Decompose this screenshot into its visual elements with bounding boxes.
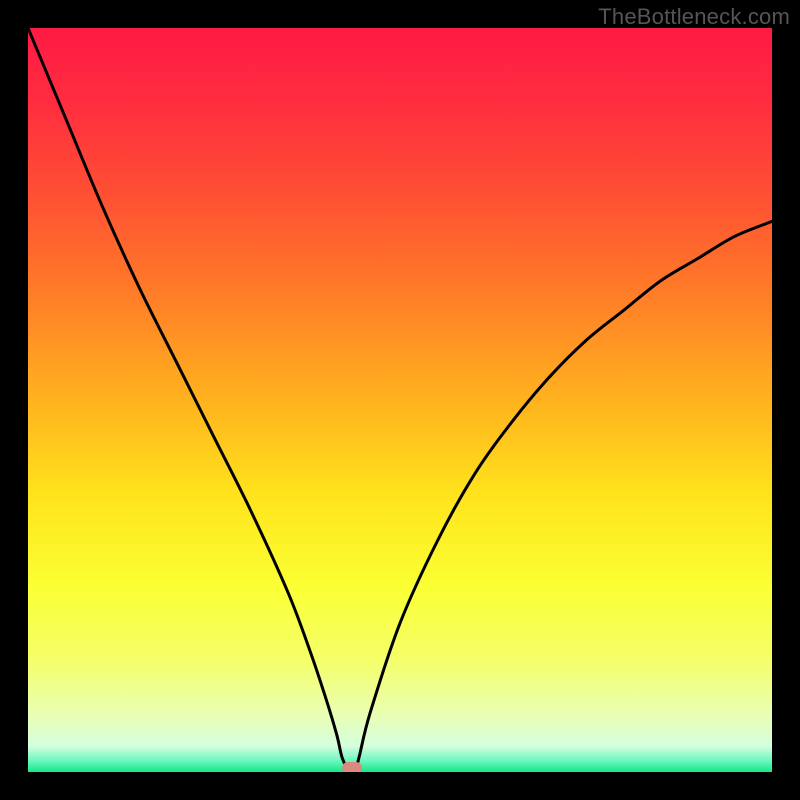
chart-frame: TheBottleneck.com [0, 0, 800, 800]
bottleneck-marker [342, 762, 362, 772]
plot-area [28, 28, 772, 772]
watermark-text: TheBottleneck.com [598, 4, 790, 30]
chart-svg [28, 28, 772, 772]
